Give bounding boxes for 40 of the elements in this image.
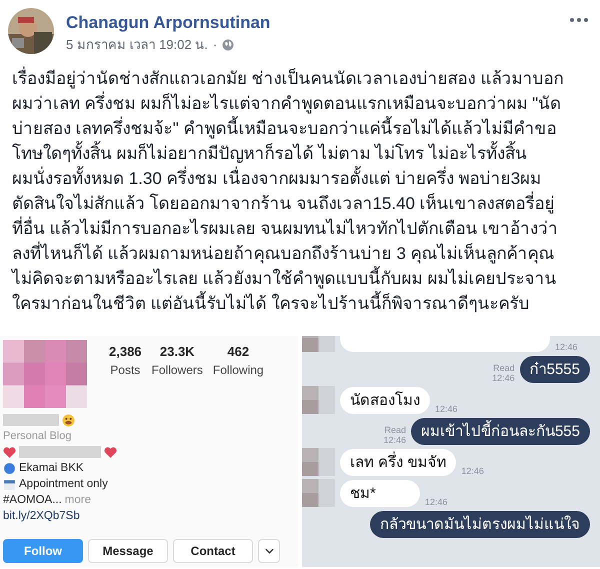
profile-button[interactable]: Message: [88, 539, 168, 563]
chat-bubble: เลท ครึ่ง ขมจัท: [340, 449, 456, 476]
profile-button[interactable]: Contact: [173, 539, 253, 563]
post-timestamp[interactable]: 5 มกราคม เวลา 19:02 น.: [66, 37, 208, 53]
chat-bubble: นัดสองโมง: [340, 387, 430, 414]
caret-icon: [264, 548, 274, 554]
read-receipt: Read: [493, 363, 515, 373]
bio-text: Appointment only: [19, 478, 108, 490]
message-time: 12:46: [555, 342, 578, 352]
calendar-icon: [3, 478, 16, 490]
read-receipt: Read: [384, 425, 406, 435]
chat-bubble: กลัวขนาดมันไม่ตรงผมไม่แน่ใจ: [370, 511, 590, 538]
chat-bubble: ก๋า5555: [520, 356, 590, 383]
author-name[interactable]: Chanagun Arpornsutinan: [66, 13, 570, 33]
location-dot-icon: [3, 462, 16, 474]
message-time: 12:46: [435, 404, 458, 414]
dropdown-button[interactable]: [258, 539, 280, 563]
heart-icon: [104, 446, 117, 458]
stat-label: Following: [212, 363, 264, 377]
profile-link[interactable]: bit.ly/2XQb7Sb: [3, 510, 80, 522]
more-options-icon[interactable]: [570, 18, 588, 22]
message-time: 12:46: [492, 373, 515, 383]
bio-text: Ekamai BKK: [19, 462, 84, 474]
globe-icon: [222, 39, 234, 51]
stat-label: Followers: [152, 363, 203, 377]
stat-value: 23.3K: [160, 344, 195, 359]
separator-dot: ·: [212, 37, 218, 53]
message-time: 12:46: [383, 435, 406, 445]
stat-label: Posts: [110, 363, 140, 377]
post-text: เรื่องมีอยู่ว่านัดช่างสักแถวเอกมัย ช่างเป็นคนนัดเวลาเองบ่ายสอง แล้วมาบอก ผมว่าเลท ครึ่งชม ผมก็ไม่อะไรแต่จากคำพูดตอนแรกเหมือนจะบอกว่าผม "นัด บ่ายสอง เลทครึ่งชมจ้ะ" คำพูดนี้เหมือนจะบอกว่าแค่นี้รอไม่ได้แล้วไม่มีคำขอ โทษใดๆทั้งสิ้น ผมก็ไม่อยากมีปัญหาก็รอได้ ไม่ตาม ไม่โทร ไม่อะไรทั้งสิ้น ผมนั่งรอทั้งหมด 1.30 ครึ่งชม เนื่องจากผมมารอตั้งแต่ บ่ายครึ่ง พอบ่าย3ผม ตัดสินใจไม่สักแล้ว โดยออกมาจากร้าน จนถึงเวลา15.40 เห็นเขาลงสตอรี่อยู่ ที่อื่น แล้วไม่มีการบอกอะไรผมเลย จนผมทนไม่ไหวทักไปตักเตือน เขาอ้างว่า ลงที่ไหนก็ได้ แล้วผมถามหน่อยถ้าคุณบอกถึงร้านบ่าย 3 คุณไม่เห็นลูกค้าคุณ ไม่คิดจะตามหรืออะไรเลย แล้วยังมาใช้คำพูดแบบนี้กับผม ผมไม่เคยประจาน ใครมาก่อนในชีวิต แต่อันนี้รับไม่ได้ ใครจะไปร้านนี้ก็พิจารณาดีๆนะครับ: [0, 66, 600, 328]
profile-category: Personal Blog: [3, 429, 72, 444]
chat-bubble: ชม*: [340, 480, 420, 507]
chat-bubble: ผมเข้าไปขี้ก่อนละกัน555: [410, 418, 590, 445]
blurred-name: [3, 414, 59, 426]
bio-text: #AOMOA...: [3, 494, 62, 506]
heart-icon: [3, 446, 16, 458]
message-time: 12:46: [461, 466, 484, 476]
stat-value: 462: [227, 344, 250, 359]
stat-value: 2,386: [109, 344, 142, 359]
message-time: 12:46: [425, 497, 448, 507]
